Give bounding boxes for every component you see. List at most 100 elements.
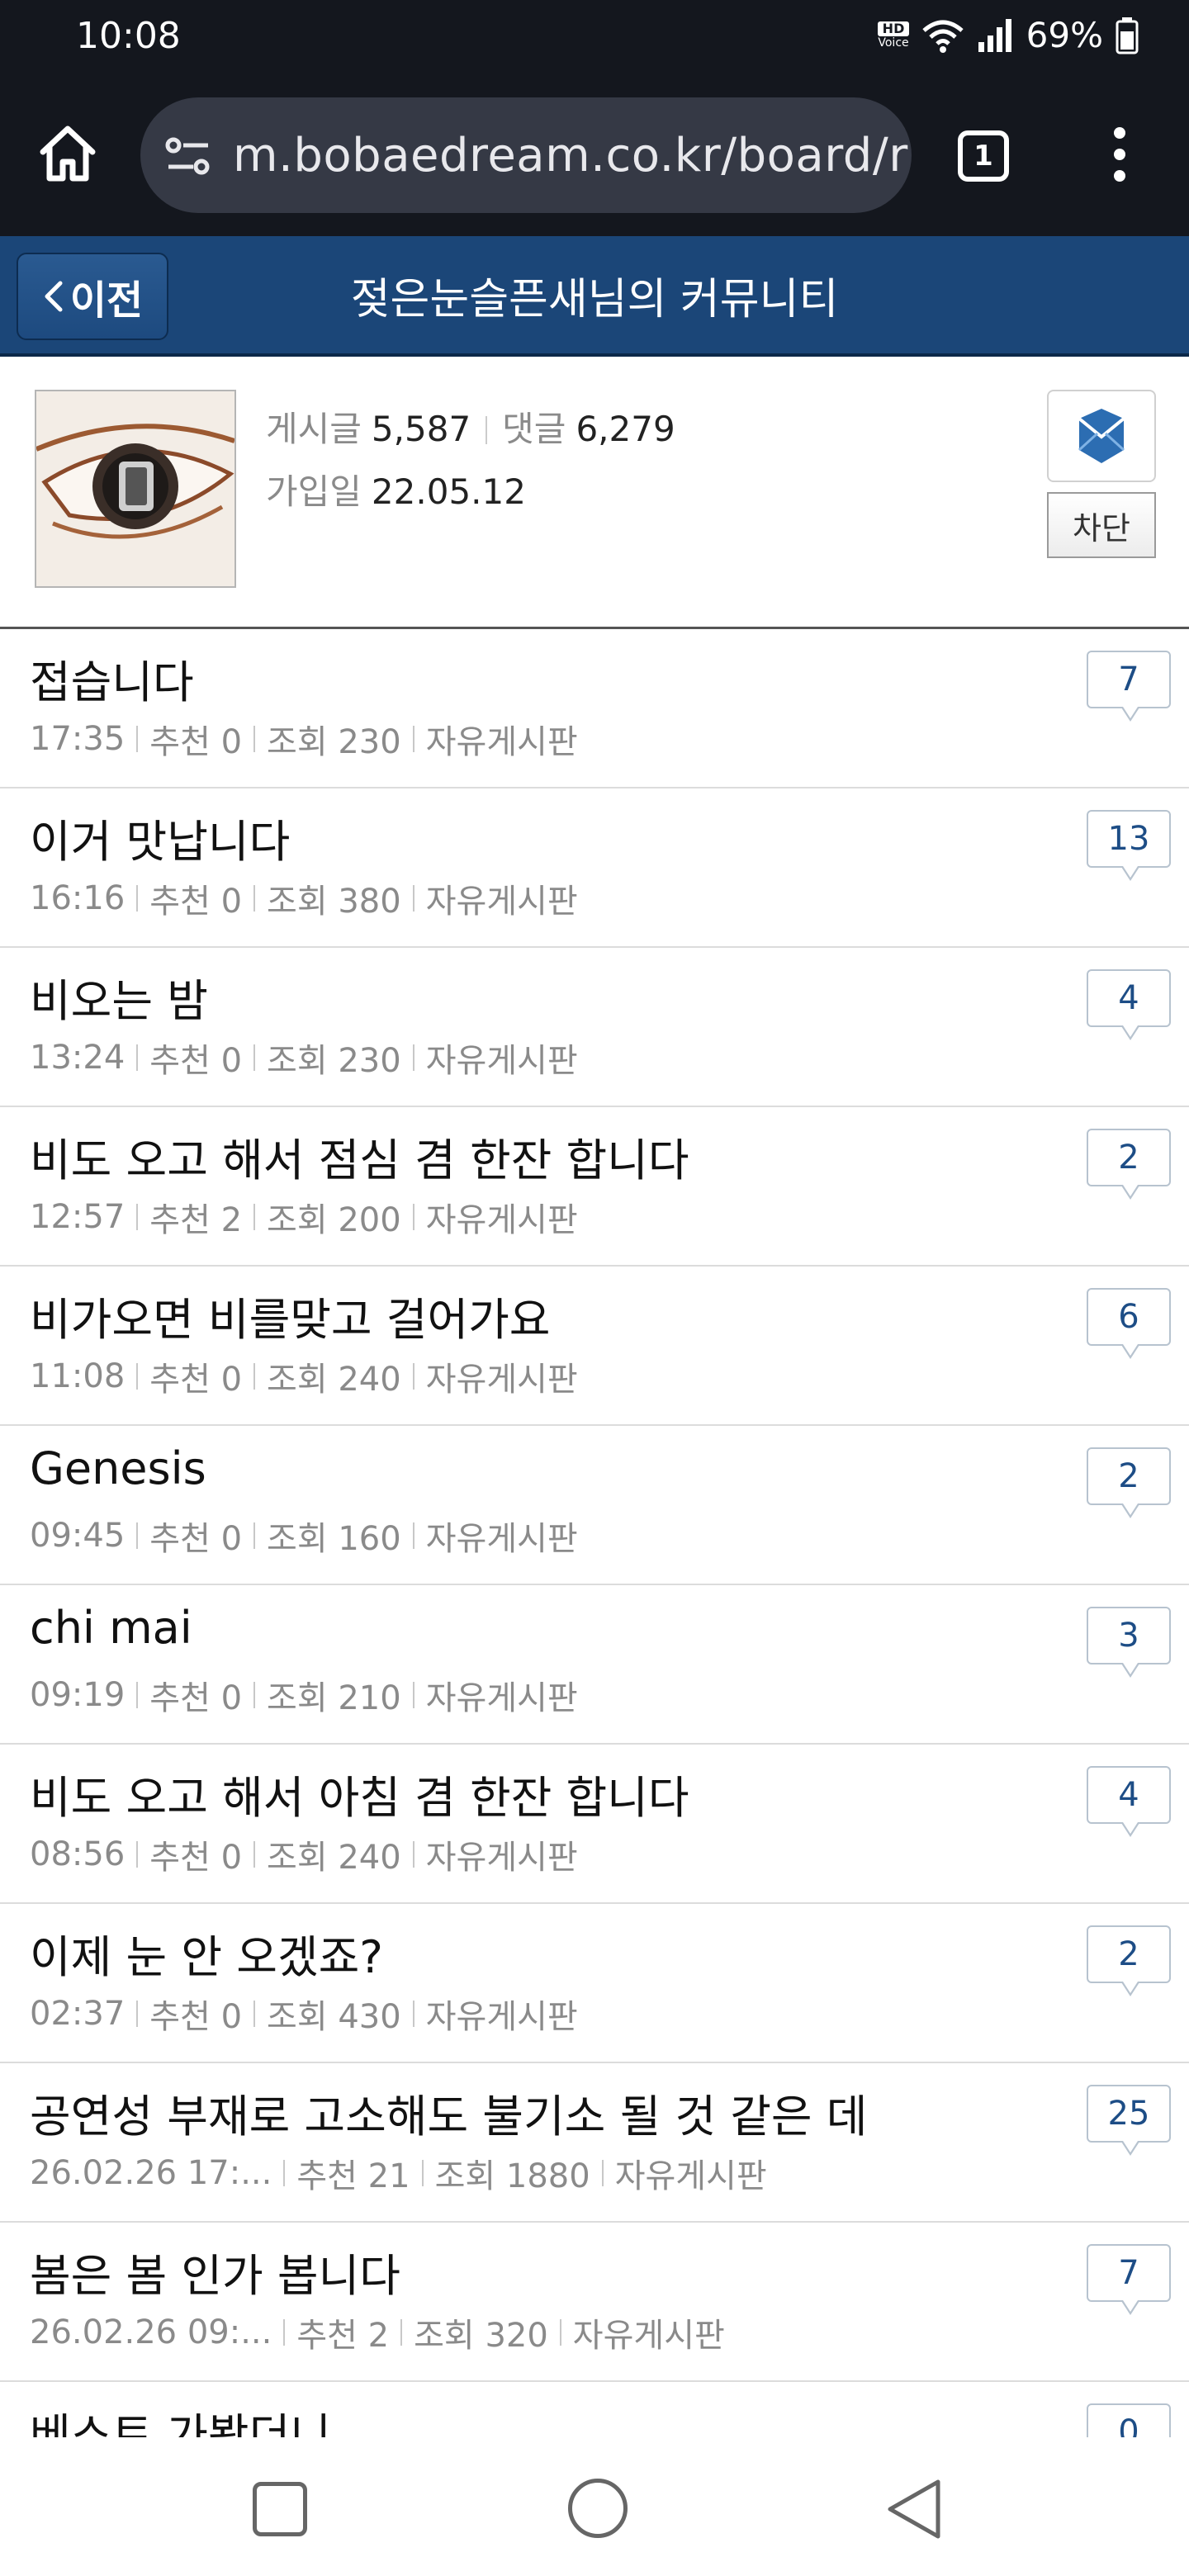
meta-divider	[253, 1682, 256, 1708]
post-recommend: 추천 21	[296, 2157, 410, 2195]
back-button[interactable]: 이전	[17, 253, 168, 340]
site-settings-icon[interactable]	[165, 135, 211, 177]
post-board: 자유게시판	[425, 1042, 578, 1080]
meta-divider	[136, 726, 139, 752]
profile-stats-row: 게시글 5,587 댓글 6,279	[266, 401, 675, 452]
status-time: 10:08	[76, 15, 181, 57]
post-item[interactable]: chi mai 09:19 추천 0 조회 210 자유게시판 3	[0, 1585, 1189, 1745]
post-time: 17:35	[30, 720, 126, 758]
comment-count-badge[interactable]: 4	[1087, 969, 1171, 1040]
comment-count-badge[interactable]: 7	[1087, 2244, 1171, 2315]
post-recommend: 추천 0	[149, 1042, 243, 1080]
home-icon[interactable]	[36, 122, 99, 185]
url-text[interactable]: m.bobaedream.co.kr/board/r	[233, 129, 908, 182]
post-item[interactable]: 비도 오고 해서 아침 겸 한잔 합니다 08:56 추천 0 조회 240 자유게시판…	[0, 1745, 1189, 1904]
comment-count-badge[interactable]: 7	[1087, 651, 1171, 722]
comment-count-badge[interactable]: 2	[1087, 1925, 1171, 1996]
post-title[interactable]: 비도 오고 해서 아침 겸 한잔 합니다	[30, 1761, 689, 1826]
post-item[interactable]: 이거 맛납니다 16:16 추천 0 조회 380 자유게시판 13	[0, 788, 1189, 948]
post-time: 12:57	[30, 1198, 126, 1236]
post-item[interactable]: 비가오면 비를맞고 걸어가요 11:08 추천 0 조회 240 자유게시판 6	[0, 1267, 1189, 1426]
meta-divider	[412, 1044, 414, 1071]
post-item[interactable]: 봄은 봄 인가 봅니다 26.02.26 09:... 추천 2 조회 320 자유게시…	[0, 2223, 1189, 2382]
post-item[interactable]: 비도 오고 해서 점심 겸 한잔 합니다 12:57 추천 2 조회 200 자유게시판…	[0, 1107, 1189, 1267]
meta-divider	[253, 726, 256, 752]
post-title[interactable]: 봄은 봄 인가 봅니다	[30, 2239, 400, 2304]
recent-apps-icon[interactable]	[253, 2482, 307, 2536]
meta-divider	[253, 1841, 256, 1868]
post-time: 13:24	[30, 1039, 126, 1077]
meta-divider	[253, 2001, 256, 2027]
meta-divider	[412, 1841, 414, 1868]
comment-count-badge[interactable]: 4	[1087, 1766, 1171, 1837]
profile-section: 게시글 5,587 댓글 6,279 가입일 22.05.12 차단	[0, 357, 1189, 629]
hd-voice-icon: HD Voice	[878, 21, 909, 50]
post-meta: 11:08 추천 0 조회 240 자유게시판	[30, 1352, 578, 1400]
post-time: 26.02.26 17:...	[30, 2154, 272, 2192]
meta-divider	[253, 885, 256, 912]
url-bar[interactable]: m.bobaedream.co.kr/board/r	[140, 97, 912, 213]
post-views: 조회 1880	[434, 2157, 590, 2195]
post-item[interactable]: 접습니다 17:35 추천 0 조회 230 자유게시판 7	[0, 629, 1189, 788]
wifi-icon	[922, 20, 964, 53]
post-recommend: 추천 0	[149, 883, 243, 921]
post-board: 자유게시판	[425, 1679, 578, 1717]
message-button[interactable]	[1047, 390, 1156, 482]
meta-divider	[421, 2160, 424, 2186]
post-title[interactable]: 비도 오고 해서 점심 겸 한잔 합니다	[30, 1124, 689, 1189]
meta-divider	[400, 2319, 403, 2346]
comment-count-badge[interactable]: 2	[1087, 1129, 1171, 1200]
more-menu-icon[interactable]	[1103, 127, 1136, 188]
meta-divider	[559, 2319, 561, 2346]
post-recommend: 추천 0	[149, 1998, 243, 2036]
envelope-icon	[1078, 409, 1125, 463]
meta-divider	[412, 1204, 414, 1230]
post-meta: 26.02.26 17:... 추천 21 조회 1880 자유게시판	[30, 2149, 767, 2197]
post-meta: 09:45 추천 0 조회 160 자유게시판	[30, 1512, 578, 1560]
post-board: 자유게시판	[425, 1998, 578, 2036]
post-title[interactable]: 비오는 밤	[30, 964, 208, 1030]
comment-count-badge[interactable]: 6	[1087, 1288, 1171, 1359]
comment-count-badge[interactable]: 25	[1087, 2085, 1171, 2156]
post-recommend: 추천 0	[149, 1839, 243, 1877]
comments-label: 댓글	[502, 409, 566, 449]
block-button[interactable]: 차단	[1047, 492, 1156, 558]
back-triangle-icon[interactable]	[883, 2477, 945, 2541]
post-meta: 12:57 추천 2 조회 200 자유게시판	[30, 1193, 578, 1241]
post-title[interactable]: 접습니다	[30, 646, 194, 711]
hd-label: HD	[878, 21, 909, 36]
status-icons: HD Voice 69%	[878, 15, 1139, 55]
comment-count-badge[interactable]: 13	[1087, 810, 1171, 881]
system-nav-bar	[0, 2437, 1189, 2576]
post-item[interactable]: Genesis 09:45 추천 0 조회 160 자유게시판 2	[0, 1426, 1189, 1585]
post-title[interactable]: 공연성 부재로 고소해도 불기소 될 것 같은 데	[30, 2080, 867, 2145]
posts-label: 게시글	[266, 409, 362, 449]
post-title[interactable]: 이거 맛납니다	[30, 805, 290, 870]
tab-switcher-button[interactable]: 1	[958, 130, 1009, 182]
post-item[interactable]: 이제 눈 안 오겠죠? 02:37 추천 0 조회 430 자유게시판 2	[0, 1904, 1189, 2063]
post-title[interactable]: 비가오면 비를맞고 걸어가요	[30, 1283, 551, 1348]
comment-count-badge[interactable]: 3	[1087, 1607, 1171, 1678]
meta-divider	[412, 726, 414, 752]
meta-divider	[412, 2001, 414, 2027]
post-time: 26.02.26 09:...	[30, 2313, 272, 2351]
post-meta: 17:35 추천 0 조회 230 자유게시판	[30, 715, 578, 763]
post-item[interactable]: 비오는 밤 13:24 추천 0 조회 230 자유게시판 4	[0, 948, 1189, 1107]
meta-divider	[136, 1204, 139, 1230]
post-recommend: 추천 0	[149, 723, 243, 761]
post-title[interactable]: chi mai	[30, 1602, 192, 1654]
post-title[interactable]: 이제 눈 안 오겠죠?	[30, 1920, 383, 1986]
post-time: 02:37	[30, 1995, 126, 2033]
post-views: 조회 230	[267, 1042, 401, 1080]
post-meta: 16:16 추천 0 조회 380 자유게시판	[30, 874, 578, 922]
meta-divider	[136, 1363, 139, 1390]
meta-divider	[136, 1841, 139, 1868]
comment-count-badge[interactable]: 2	[1087, 1447, 1171, 1518]
post-item[interactable]: 공연성 부재로 고소해도 불기소 될 것 같은 데 26.02.26 17:...…	[0, 2063, 1189, 2223]
post-views: 조회 160	[267, 1520, 401, 1558]
post-time: 09:45	[30, 1517, 126, 1555]
meta-divider	[601, 2160, 604, 2186]
eye-avatar-image	[36, 391, 234, 586]
post-title[interactable]: Genesis	[30, 1442, 206, 1494]
home-circle-icon[interactable]	[568, 2479, 628, 2538]
